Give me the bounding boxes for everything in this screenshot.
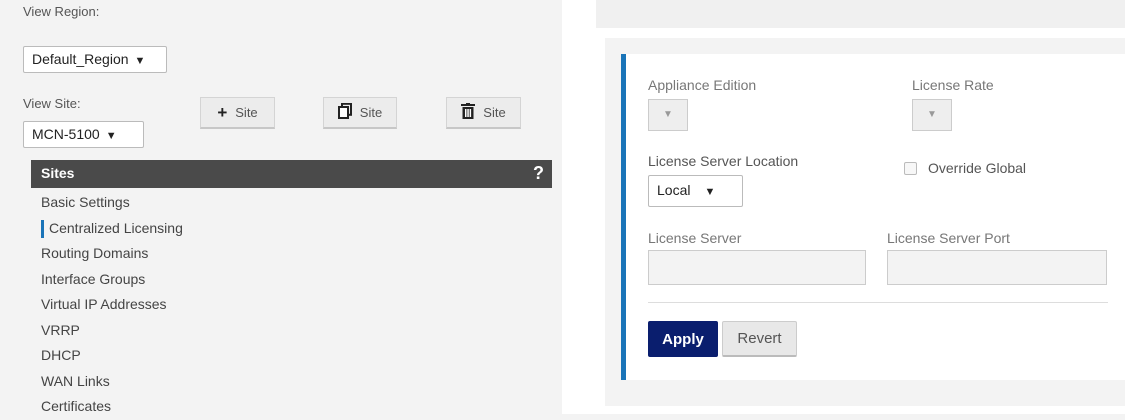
trash-icon xyxy=(461,103,476,122)
top-band xyxy=(596,0,1125,28)
license-server-location-label: License Server Location xyxy=(648,153,799,169)
license-rate-label: License Rate xyxy=(912,77,994,93)
chevron-down-icon: ▼ xyxy=(704,186,716,198)
revert-button[interactable]: Revert xyxy=(722,321,797,357)
nav-item-certificates[interactable]: Certificates xyxy=(41,394,541,420)
clone-site-button[interactable]: Site xyxy=(323,97,397,129)
site-navigation-pane: View Region: Default_Region ▼ View Site: … xyxy=(0,0,562,414)
license-server-port-input[interactable] xyxy=(887,250,1107,285)
help-icon[interactable]: ? xyxy=(533,163,544,184)
plus-icon: + xyxy=(217,103,228,122)
license-server-input[interactable] xyxy=(648,250,866,285)
appliance-edition-label: Appliance Edition xyxy=(648,77,757,93)
view-site-value: MCN-5100 xyxy=(32,126,100,142)
nav-item-centralized-licensing[interactable]: Centralized Licensing xyxy=(41,216,541,242)
license-rate-select[interactable]: ▼ xyxy=(912,99,952,131)
delete-site-label: Site xyxy=(483,105,506,120)
license-server-location-select[interactable]: Local ▼ xyxy=(648,175,743,207)
override-global-checkbox[interactable] xyxy=(904,162,917,175)
view-region-select[interactable]: Default_Region ▼ xyxy=(23,46,167,73)
chevron-down-icon: ▼ xyxy=(927,109,937,120)
clone-site-label: Site xyxy=(359,105,383,120)
chevron-down-icon: ▼ xyxy=(105,130,117,142)
nav-item-vrrp[interactable]: VRRP xyxy=(41,318,541,344)
divider xyxy=(648,302,1108,303)
license-server-location-value: Local xyxy=(657,182,691,198)
nav-item-wan-links[interactable]: WAN Links xyxy=(41,369,541,395)
sites-header: Sites ? xyxy=(31,160,552,188)
delete-site-button[interactable]: Site xyxy=(446,97,521,129)
view-region-value: Default_Region xyxy=(32,51,129,67)
sites-header-title: Sites xyxy=(41,165,75,181)
appliance-edition-select[interactable]: ▼ xyxy=(648,99,688,131)
add-site-label: Site xyxy=(235,105,258,120)
view-region-label: View Region: xyxy=(23,4,100,19)
copy-icon xyxy=(337,102,352,122)
nav-item-virtual-ip-addresses[interactable]: Virtual IP Addresses xyxy=(41,292,541,318)
view-site-label: View Site: xyxy=(23,96,81,111)
chevron-down-icon: ▼ xyxy=(663,109,673,120)
nav-item-basic-settings[interactable]: Basic Settings xyxy=(41,190,541,216)
add-site-button[interactable]: + Site xyxy=(200,97,275,129)
license-server-label: License Server xyxy=(648,230,742,246)
chevron-down-icon: ▼ xyxy=(134,55,146,67)
nav-item-interface-groups[interactable]: Interface Groups xyxy=(41,267,541,293)
apply-button[interactable]: Apply xyxy=(648,321,718,357)
nav-item-dhcp[interactable]: DHCP xyxy=(41,343,541,369)
nav-item-routing-domains[interactable]: Routing Domains xyxy=(41,241,541,267)
view-site-select[interactable]: MCN-5100 ▼ xyxy=(23,121,144,148)
sites-nav-list: Basic Settings Centralized Licensing Rou… xyxy=(41,190,541,420)
license-server-port-label: License Server Port xyxy=(887,230,1010,246)
override-global-label: Override Global xyxy=(928,160,1027,176)
